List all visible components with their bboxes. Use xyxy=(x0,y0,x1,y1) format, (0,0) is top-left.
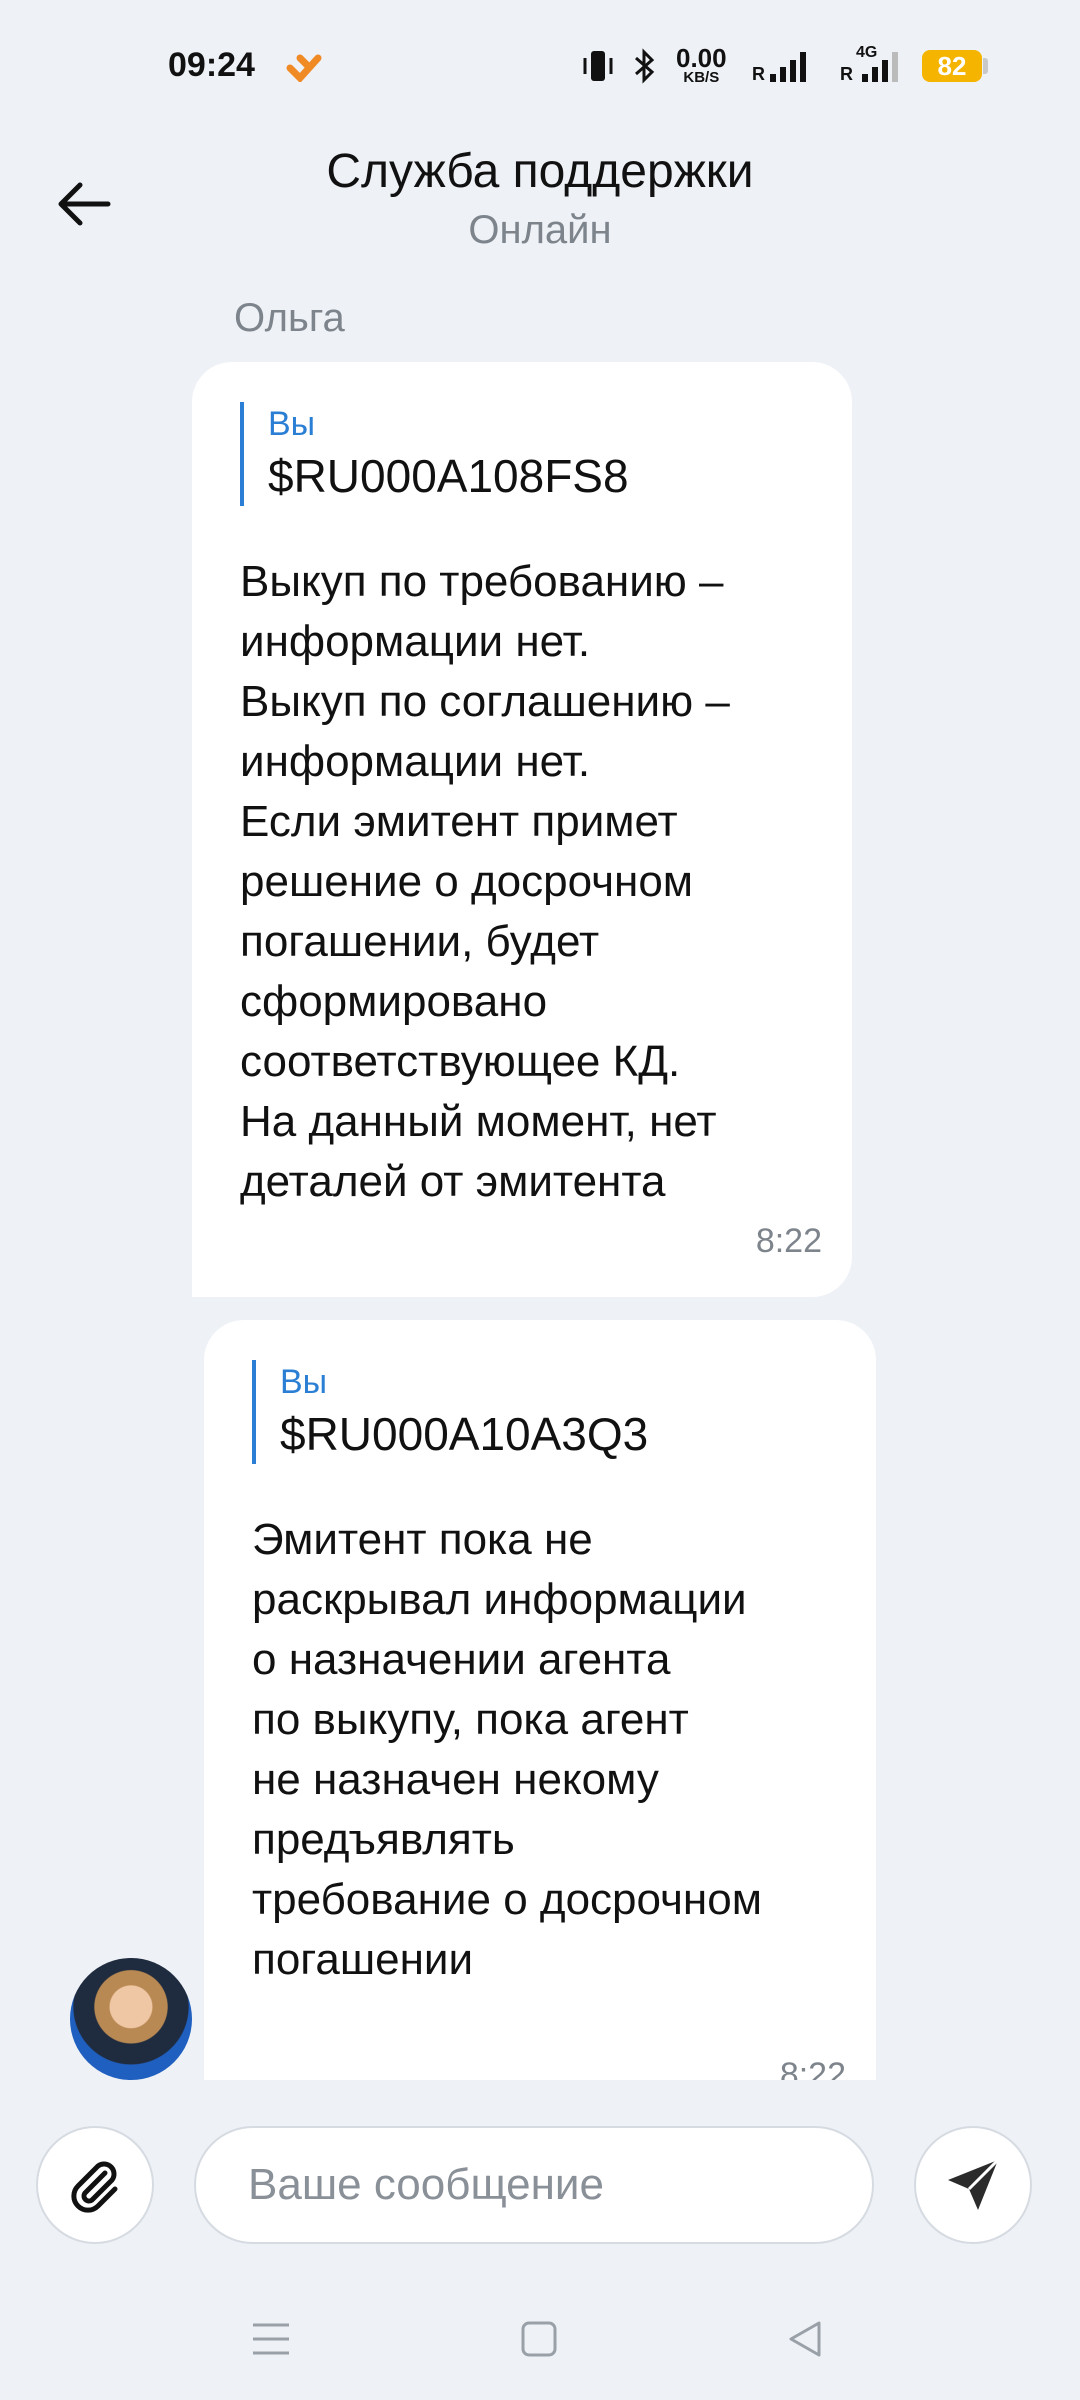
roaming-label-2: R xyxy=(840,64,853,84)
online-status: Онлайн xyxy=(468,208,612,252)
chat-header: Служба поддержки Онлайн xyxy=(0,130,1080,280)
roaming-label: R xyxy=(752,64,765,84)
nav-menu-button[interactable] xyxy=(236,2304,306,2374)
message-text: Выкуп по требованию – информации нет. Вы… xyxy=(240,557,730,1206)
nav-home-button[interactable] xyxy=(504,2304,574,2374)
quote-author: Вы xyxy=(268,405,316,443)
app-notification-icon xyxy=(286,54,322,82)
chat-area[interactable]: Ольга Вы $RU000A108FS8 Выкуп по требован… xyxy=(0,280,1080,2080)
paper-plane-icon xyxy=(948,2158,1000,2210)
quote-ticker: $RU000A108FS8 xyxy=(268,450,629,502)
message-time: 8:22 xyxy=(755,1222,822,1260)
message-bubble[interactable]: Вы $RU000A108FS8 Выкуп по требованию – и… xyxy=(192,362,852,1297)
status-time: 09:24 xyxy=(168,46,255,84)
message-text: Эмитент пока не раскрывал информации о н… xyxy=(252,1515,762,1984)
net-speed: 0.00 KB/S xyxy=(676,43,727,86)
sender-name: Ольга xyxy=(234,296,345,340)
quote-author: Вы xyxy=(280,1363,328,1401)
message-input[interactable] xyxy=(194,2126,874,2244)
page-title: Служба поддержки xyxy=(326,145,754,198)
message-time: 8:22 xyxy=(779,2056,846,2080)
vibrate-icon xyxy=(583,51,613,81)
signal-icon xyxy=(770,52,806,82)
message-bubble[interactable]: Вы $RU000A10A3Q3 Эмитент пока не раскрыв… xyxy=(204,1320,876,2080)
paperclip-icon xyxy=(71,2161,118,2213)
system-nav-bar xyxy=(0,2280,1080,2400)
status-bar: 09:24 0.00 KB/S R R 4G 82 xyxy=(0,0,1080,130)
bluetooth-icon xyxy=(635,48,655,84)
nav-back-button[interactable] xyxy=(770,2304,840,2374)
quote-ticker: $RU000A10A3Q3 xyxy=(280,1408,649,1460)
input-bar xyxy=(0,2110,1080,2260)
battery-level: 82 xyxy=(922,50,982,82)
battery-tip xyxy=(983,58,988,74)
quoted-reply[interactable]: Вы $RU000A108FS8 xyxy=(240,402,629,506)
square-icon xyxy=(521,2321,557,2357)
send-button[interactable] xyxy=(914,2126,1032,2244)
triangle-back-icon xyxy=(789,2321,821,2357)
menu-icon xyxy=(253,2323,289,2355)
avatar[interactable] xyxy=(70,1958,192,2080)
signal-icon-2 xyxy=(862,52,898,82)
quoted-reply[interactable]: Вы $RU000A10A3Q3 xyxy=(252,1360,648,1464)
attach-button[interactable] xyxy=(36,2126,154,2244)
